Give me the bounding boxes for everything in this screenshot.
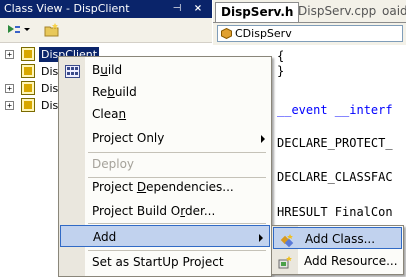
menu-item-label: Build: [92, 63, 123, 77]
menu-item-build[interactable]: Build: [59, 59, 271, 81]
menu-item-clean[interactable]: Clean: [59, 103, 271, 125]
tab-dispserv-cpp[interactable]: DispServ.cpp: [293, 2, 381, 21]
menu-separator: [88, 223, 266, 224]
expand-icon[interactable]: +: [5, 50, 14, 59]
menu-item-project-dependencies[interactable]: Project Dependencies...: [59, 176, 271, 198]
menu-item-label: Rebuild: [92, 85, 137, 99]
menu-item-label: Deploy: [92, 157, 135, 171]
code-line: __event __interf: [277, 103, 393, 117]
code-line: {: [277, 49, 285, 63]
menu-item-label: Add Resource...: [304, 254, 398, 268]
sort-dropdown-chevron-icon[interactable]: [24, 28, 30, 31]
code-line: HRESULT FinalCon: [277, 205, 393, 219]
pin-icon[interactable]: ⊣: [171, 3, 183, 15]
class-icon: [221, 27, 232, 40]
menu-item-label: Set as StartUp Project: [92, 255, 224, 269]
menu-item-label: Add Class...: [305, 232, 376, 246]
expand-icon[interactable]: +: [5, 84, 14, 93]
build-icon: [65, 63, 80, 78]
code-line: DECLARE_PROTECT_: [277, 136, 393, 150]
add-submenu: Add Class... Add Resource...: [271, 225, 404, 275]
editor-tabstrip: DispServ.h DispServ.cpp oaidl.h: [213, 0, 406, 23]
tab-dispserv-h[interactable]: DispServ.h: [215, 2, 300, 22]
editor-navigation-bar: CDispServ: [213, 23, 406, 45]
close-icon[interactable]: ×: [192, 3, 204, 15]
class-view-title-bar: Class View - DispClient ⊣ ×: [0, 0, 212, 18]
sort-icon[interactable]: [6, 23, 22, 37]
class-view-title: Class View - DispClient: [4, 2, 130, 15]
class-combo[interactable]: CDispServ: [217, 25, 403, 42]
expand-icon[interactable]: +: [5, 101, 14, 110]
class-icon: [21, 98, 35, 112]
add-resource-icon: [278, 254, 293, 269]
menu-item-label: Project Only: [92, 131, 165, 145]
code-line: }: [277, 64, 285, 78]
code-line: DECLARE_CLASSFAC: [277, 170, 393, 184]
menu-item-project-only[interactable]: Project Only: [59, 127, 271, 149]
menu-item-add-resource[interactable]: Add Resource...: [272, 250, 403, 272]
class-icon: [21, 64, 35, 78]
context-menu: Build Rebuild Clean Project Only Deploy …: [58, 56, 272, 277]
menu-item-label: Project Build Order...: [92, 204, 216, 218]
menu-item-label: Clean: [92, 107, 127, 121]
menu-item-add-class[interactable]: Add Class...: [273, 227, 402, 249]
menu-item-rebuild[interactable]: Rebuild: [59, 81, 271, 103]
class-view-toolbar: [0, 18, 212, 43]
submenu-arrow-icon: [259, 234, 263, 242]
menu-item-project-build-order[interactable]: Project Build Order...: [59, 200, 271, 222]
tab-oaidl-h[interactable]: oaidl.h: [377, 2, 406, 21]
menu-item-label: Project Dependencies...: [92, 180, 234, 194]
class-icon: [21, 81, 35, 95]
menu-item-set-startup[interactable]: Set as StartUp Project: [59, 251, 271, 273]
submenu-arrow-icon: [261, 135, 265, 143]
menu-item-add[interactable]: Add: [60, 225, 270, 247]
menu-item-label: Add: [93, 230, 117, 244]
new-folder-icon[interactable]: [44, 23, 60, 37]
add-class-icon: [279, 232, 294, 248]
project-icon: [21, 47, 35, 61]
class-combo-value: CDispServ: [235, 27, 292, 40]
menu-item-deploy: Deploy: [59, 153, 271, 175]
